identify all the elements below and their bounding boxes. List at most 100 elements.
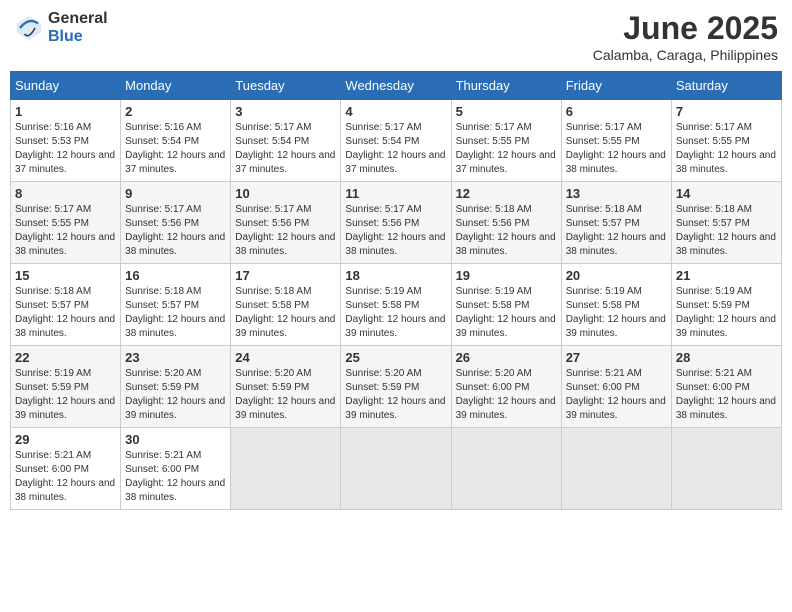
col-monday: Monday (121, 72, 231, 100)
day-number: 5 (456, 104, 557, 119)
header-row: Sunday Monday Tuesday Wednesday Thursday… (11, 72, 782, 100)
day-info: Sunrise: 5:18 AM Sunset: 5:57 PM Dayligh… (15, 285, 116, 341)
day-info: Sunrise: 5:18 AM Sunset: 5:58 PM Dayligh… (235, 285, 336, 341)
day-info: Sunrise: 5:17 AM Sunset: 5:54 PM Dayligh… (345, 121, 446, 177)
day-info: Sunrise: 5:18 AM Sunset: 5:56 PM Dayligh… (456, 203, 557, 259)
calendar-table: Sunday Monday Tuesday Wednesday Thursday… (10, 71, 782, 510)
day-info: Sunrise: 5:18 AM Sunset: 5:57 PM Dayligh… (125, 285, 226, 341)
empty-day-cell (451, 428, 561, 510)
calendar-day-cell: 5 Sunrise: 5:17 AM Sunset: 5:55 PM Dayli… (451, 100, 561, 182)
day-number: 20 (566, 268, 667, 283)
calendar-week-row: 22 Sunrise: 5:19 AM Sunset: 5:59 PM Dayl… (11, 346, 782, 428)
day-number: 9 (125, 186, 226, 201)
day-info: Sunrise: 5:19 AM Sunset: 5:59 PM Dayligh… (676, 285, 777, 341)
empty-day-cell (561, 428, 671, 510)
calendar-day-cell: 7 Sunrise: 5:17 AM Sunset: 5:55 PM Dayli… (671, 100, 781, 182)
calendar-day-cell: 27 Sunrise: 5:21 AM Sunset: 6:00 PM Dayl… (561, 346, 671, 428)
day-number: 24 (235, 350, 336, 365)
day-number: 22 (15, 350, 116, 365)
calendar-week-row: 15 Sunrise: 5:18 AM Sunset: 5:57 PM Dayl… (11, 264, 782, 346)
calendar-day-cell: 18 Sunrise: 5:19 AM Sunset: 5:58 PM Dayl… (341, 264, 451, 346)
day-number: 18 (345, 268, 446, 283)
calendar-week-row: 8 Sunrise: 5:17 AM Sunset: 5:55 PM Dayli… (11, 182, 782, 264)
calendar-day-cell: 28 Sunrise: 5:21 AM Sunset: 6:00 PM Dayl… (671, 346, 781, 428)
day-info: Sunrise: 5:19 AM Sunset: 5:58 PM Dayligh… (456, 285, 557, 341)
empty-day-cell (671, 428, 781, 510)
calendar-day-cell: 30 Sunrise: 5:21 AM Sunset: 6:00 PM Dayl… (121, 428, 231, 510)
day-info: Sunrise: 5:18 AM Sunset: 5:57 PM Dayligh… (676, 203, 777, 259)
day-number: 14 (676, 186, 777, 201)
title-area: June 2025 Calamba, Caraga, Philippines (593, 10, 778, 63)
calendar-day-cell: 20 Sunrise: 5:19 AM Sunset: 5:58 PM Dayl… (561, 264, 671, 346)
day-info: Sunrise: 5:17 AM Sunset: 5:55 PM Dayligh… (566, 121, 667, 177)
day-info: Sunrise: 5:21 AM Sunset: 6:00 PM Dayligh… (676, 367, 777, 423)
day-info: Sunrise: 5:17 AM Sunset: 5:56 PM Dayligh… (125, 203, 226, 259)
calendar-day-cell: 26 Sunrise: 5:20 AM Sunset: 6:00 PM Dayl… (451, 346, 561, 428)
day-number: 25 (345, 350, 446, 365)
calendar-day-cell: 21 Sunrise: 5:19 AM Sunset: 5:59 PM Dayl… (671, 264, 781, 346)
day-info: Sunrise: 5:18 AM Sunset: 5:57 PM Dayligh… (566, 203, 667, 259)
day-number: 29 (15, 432, 116, 447)
calendar-day-cell: 1 Sunrise: 5:16 AM Sunset: 5:53 PM Dayli… (11, 100, 121, 182)
day-number: 6 (566, 104, 667, 119)
day-info: Sunrise: 5:16 AM Sunset: 5:53 PM Dayligh… (15, 121, 116, 177)
day-info: Sunrise: 5:20 AM Sunset: 5:59 PM Dayligh… (125, 367, 226, 423)
day-number: 1 (15, 104, 116, 119)
logo-icon (14, 13, 44, 43)
day-info: Sunrise: 5:20 AM Sunset: 6:00 PM Dayligh… (456, 367, 557, 423)
calendar-day-cell: 4 Sunrise: 5:17 AM Sunset: 5:54 PM Dayli… (341, 100, 451, 182)
calendar-day-cell: 15 Sunrise: 5:18 AM Sunset: 5:57 PM Dayl… (11, 264, 121, 346)
day-info: Sunrise: 5:17 AM Sunset: 5:55 PM Dayligh… (456, 121, 557, 177)
calendar-day-cell: 13 Sunrise: 5:18 AM Sunset: 5:57 PM Dayl… (561, 182, 671, 264)
day-number: 8 (15, 186, 116, 201)
day-number: 19 (456, 268, 557, 283)
day-number: 7 (676, 104, 777, 119)
calendar-day-cell: 19 Sunrise: 5:19 AM Sunset: 5:58 PM Dayl… (451, 264, 561, 346)
calendar-day-cell: 24 Sunrise: 5:20 AM Sunset: 5:59 PM Dayl… (231, 346, 341, 428)
day-number: 26 (456, 350, 557, 365)
calendar-day-cell: 11 Sunrise: 5:17 AM Sunset: 5:56 PM Dayl… (341, 182, 451, 264)
logo-general-text: General (48, 10, 108, 28)
col-tuesday: Tuesday (231, 72, 341, 100)
month-year-title: June 2025 (593, 10, 778, 47)
calendar-day-cell: 8 Sunrise: 5:17 AM Sunset: 5:55 PM Dayli… (11, 182, 121, 264)
day-info: Sunrise: 5:17 AM Sunset: 5:54 PM Dayligh… (235, 121, 336, 177)
day-number: 17 (235, 268, 336, 283)
day-number: 11 (345, 186, 446, 201)
calendar-day-cell: 9 Sunrise: 5:17 AM Sunset: 5:56 PM Dayli… (121, 182, 231, 264)
day-number: 2 (125, 104, 226, 119)
calendar-day-cell: 25 Sunrise: 5:20 AM Sunset: 5:59 PM Dayl… (341, 346, 451, 428)
day-number: 23 (125, 350, 226, 365)
empty-day-cell (231, 428, 341, 510)
day-info: Sunrise: 5:16 AM Sunset: 5:54 PM Dayligh… (125, 121, 226, 177)
calendar-day-cell: 17 Sunrise: 5:18 AM Sunset: 5:58 PM Dayl… (231, 264, 341, 346)
day-number: 4 (345, 104, 446, 119)
col-wednesday: Wednesday (341, 72, 451, 100)
calendar-week-row: 29 Sunrise: 5:21 AM Sunset: 6:00 PM Dayl… (11, 428, 782, 510)
day-number: 27 (566, 350, 667, 365)
day-info: Sunrise: 5:20 AM Sunset: 5:59 PM Dayligh… (235, 367, 336, 423)
calendar-day-cell: 14 Sunrise: 5:18 AM Sunset: 5:57 PM Dayl… (671, 182, 781, 264)
calendar-day-cell: 6 Sunrise: 5:17 AM Sunset: 5:55 PM Dayli… (561, 100, 671, 182)
calendar-day-cell: 23 Sunrise: 5:20 AM Sunset: 5:59 PM Dayl… (121, 346, 231, 428)
day-info: Sunrise: 5:20 AM Sunset: 5:59 PM Dayligh… (345, 367, 446, 423)
day-info: Sunrise: 5:21 AM Sunset: 6:00 PM Dayligh… (125, 449, 226, 505)
day-info: Sunrise: 5:19 AM Sunset: 5:58 PM Dayligh… (345, 285, 446, 341)
day-info: Sunrise: 5:17 AM Sunset: 5:55 PM Dayligh… (676, 121, 777, 177)
calendar-day-cell: 10 Sunrise: 5:17 AM Sunset: 5:56 PM Dayl… (231, 182, 341, 264)
page-header: General Blue June 2025 Calamba, Caraga, … (10, 10, 782, 63)
logo-text: General Blue (48, 10, 108, 45)
col-thursday: Thursday (451, 72, 561, 100)
logo: General Blue (14, 10, 108, 45)
calendar-day-cell: 2 Sunrise: 5:16 AM Sunset: 5:54 PM Dayli… (121, 100, 231, 182)
col-sunday: Sunday (11, 72, 121, 100)
day-number: 13 (566, 186, 667, 201)
day-number: 15 (15, 268, 116, 283)
col-friday: Friday (561, 72, 671, 100)
empty-day-cell (341, 428, 451, 510)
day-info: Sunrise: 5:17 AM Sunset: 5:56 PM Dayligh… (235, 203, 336, 259)
calendar-day-cell: 3 Sunrise: 5:17 AM Sunset: 5:54 PM Dayli… (231, 100, 341, 182)
day-number: 28 (676, 350, 777, 365)
day-info: Sunrise: 5:21 AM Sunset: 6:00 PM Dayligh… (566, 367, 667, 423)
day-number: 16 (125, 268, 226, 283)
